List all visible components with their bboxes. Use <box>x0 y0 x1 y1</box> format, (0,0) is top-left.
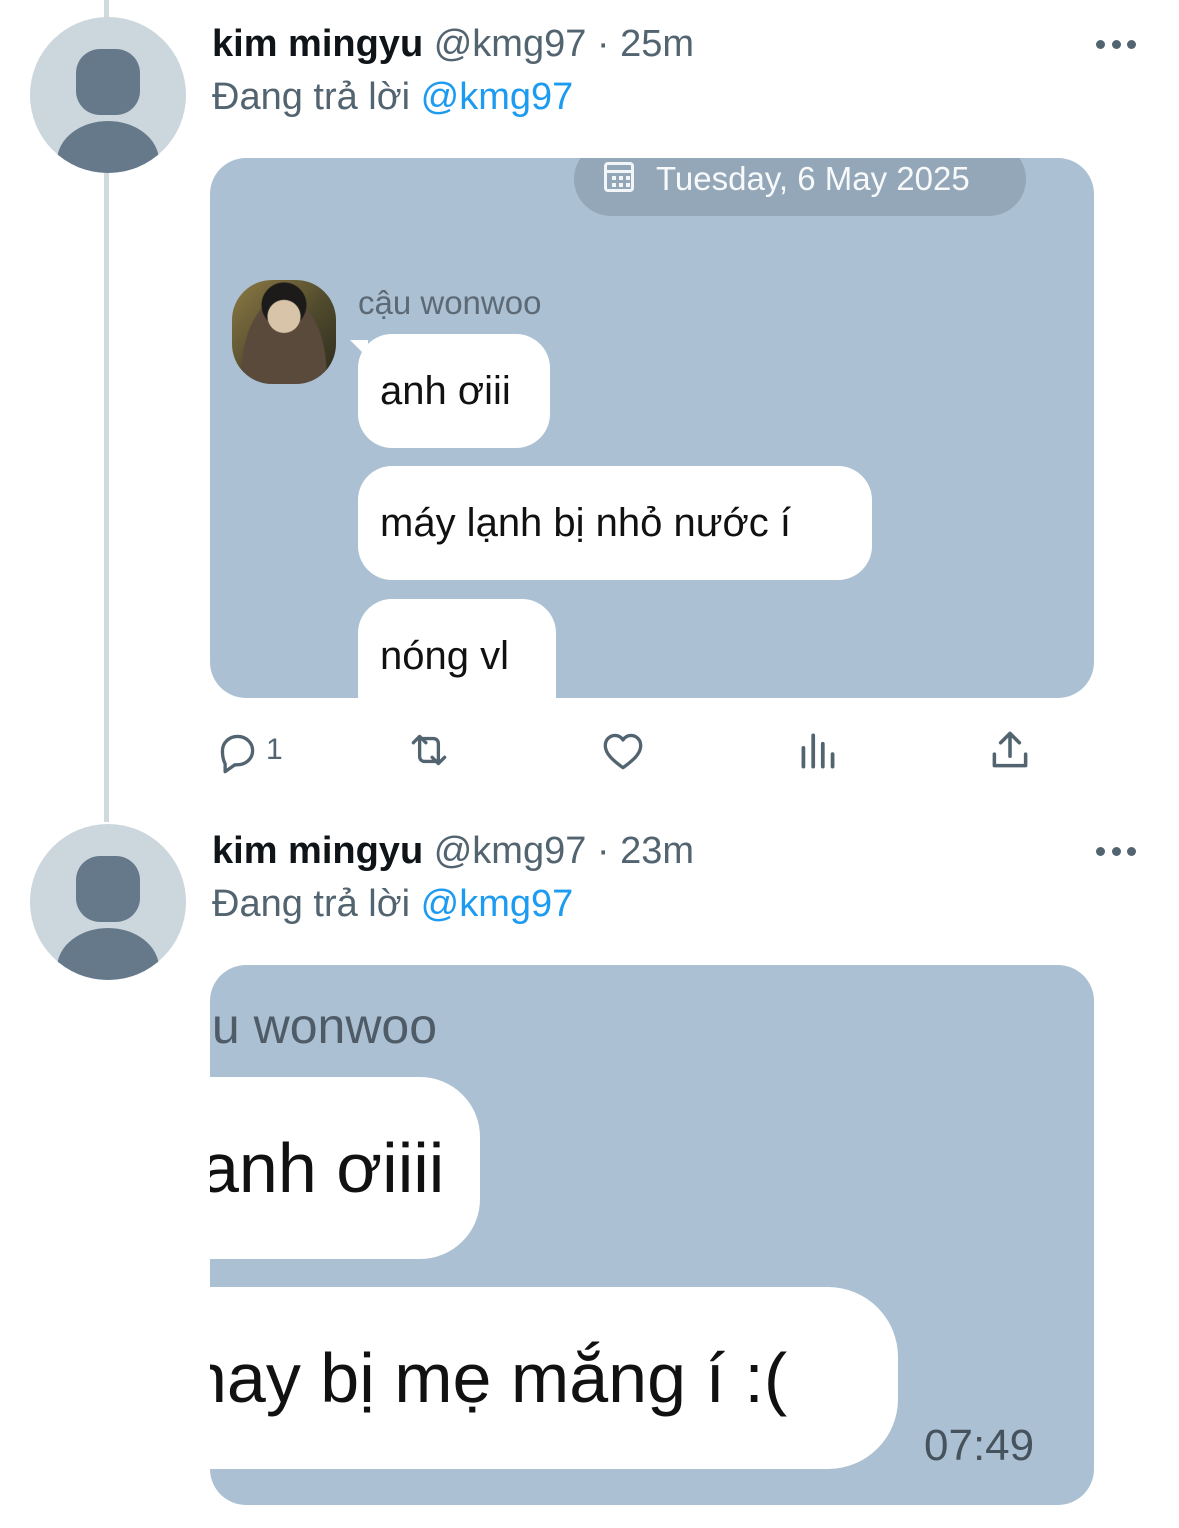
heart-icon <box>603 733 643 770</box>
default-avatar-head <box>76 49 140 115</box>
separator: · <box>596 23 610 65</box>
share-icon <box>992 731 1028 768</box>
default-avatar-body <box>57 928 159 980</box>
chat-bubble: nay bị mẹ mắng í :( <box>210 1287 898 1469</box>
more-icon[interactable] <box>1096 34 1136 54</box>
chat-bubble: nóng vl <box>358 599 556 698</box>
share-button[interactable] <box>985 722 1035 778</box>
replying-to-label: Đang trả lời <box>212 883 411 925</box>
retweet-button[interactable] <box>404 722 454 778</box>
author-handle[interactable]: @kmg97 <box>434 23 587 65</box>
views-button[interactable] <box>793 722 843 778</box>
reply-icon <box>220 734 255 774</box>
calendar-icon <box>604 162 634 192</box>
separator: · <box>596 830 610 872</box>
retweet-icon <box>411 734 447 766</box>
replying-to: Đang trả lời @kmg97 <box>212 880 573 928</box>
sender-avatar <box>232 280 336 384</box>
message-time: 07:49 <box>924 1421 1035 1470</box>
author-handle[interactable]: @kmg97 <box>434 830 587 872</box>
tweet-header: kim mingyu @kmg97 · 25m <box>212 20 694 68</box>
chat-bubble: máy lạnh bị nhỏ nước í <box>358 466 872 580</box>
chat-bubble: anh ơiii <box>358 334 550 448</box>
message-text: nóng vl <box>380 634 509 678</box>
mention-link[interactable]: @kmg97 <box>421 76 574 118</box>
default-avatar-head <box>76 856 140 922</box>
replying-to-label: Đang trả lời <box>212 76 411 118</box>
tweet-image[interactable]: Tuesday, 6 May 2025 cậu wonwoo anh ơiii … <box>210 158 1094 698</box>
avatar[interactable] <box>30 17 186 173</box>
replying-to: Đang trả lời @kmg97 <box>212 73 573 121</box>
tweet-header: kim mingyu @kmg97 · 23m <box>212 827 694 875</box>
message-text: nay bị mẹ mắng í :( <box>210 1339 788 1417</box>
chat-bubble: anh ơiiii <box>210 1077 480 1259</box>
message-text: máy lạnh bị nhỏ nước í <box>380 501 791 545</box>
message-text: anh ơiiii <box>210 1129 445 1207</box>
message-text: anh ơiii <box>380 369 511 413</box>
reply-count: 1 <box>266 733 283 766</box>
tweet-image[interactable]: ıu wonwoo anh ơiiii nay bị mẹ mắng í :( … <box>210 965 1094 1505</box>
sender-name: cậu wonwoo <box>358 284 542 321</box>
sender-name: ıu wonwoo <box>210 998 438 1054</box>
author-name[interactable]: kim mingyu <box>212 23 423 65</box>
like-button[interactable] <box>598 722 648 778</box>
date-label: Tuesday, 6 May 2025 <box>656 160 970 197</box>
default-avatar-body <box>57 121 159 173</box>
avatar[interactable] <box>30 824 186 980</box>
mention-link[interactable]: @kmg97 <box>421 883 574 925</box>
action-bar: 1 <box>0 722 1179 782</box>
views-icon <box>801 733 835 769</box>
timestamp[interactable]: 23m <box>620 830 694 872</box>
author-name[interactable]: kim mingyu <box>212 830 423 872</box>
date-pill: Tuesday, 6 May 2025 <box>574 158 1026 216</box>
timestamp[interactable]: 25m <box>620 23 694 65</box>
reply-button[interactable]: 1 <box>212 722 283 778</box>
more-icon[interactable] <box>1096 841 1136 861</box>
